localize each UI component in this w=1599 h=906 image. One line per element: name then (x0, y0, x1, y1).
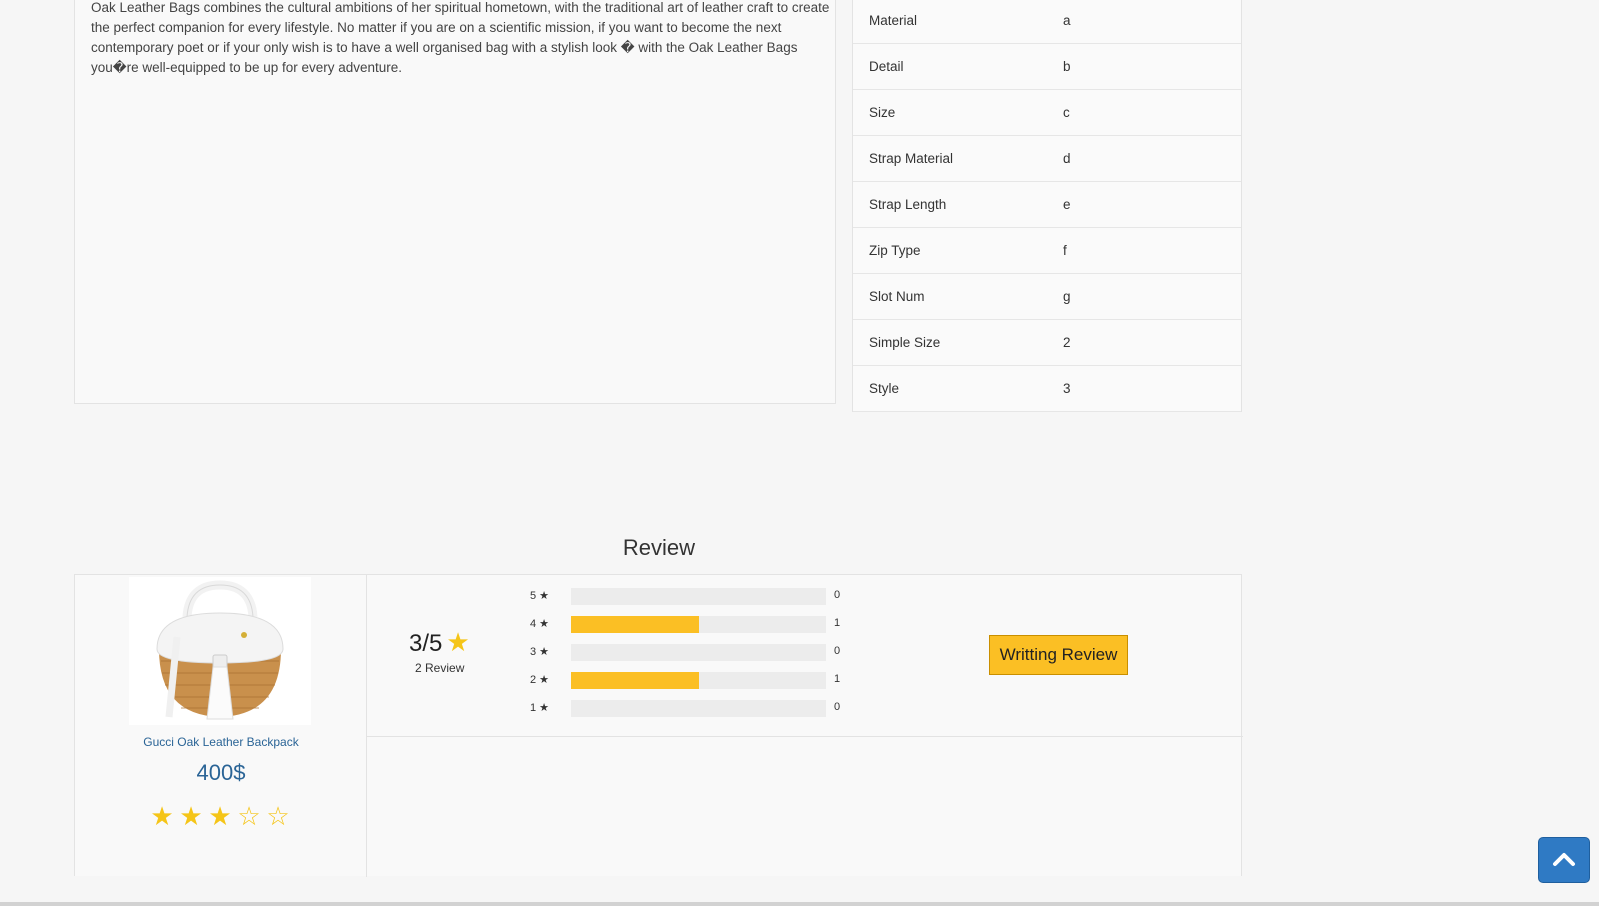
spec-key: Detail (869, 59, 904, 74)
scroll-to-top-button[interactable] (1538, 837, 1590, 883)
spec-value: d (1063, 151, 1071, 166)
spec-key: Slot Num (869, 289, 925, 304)
star-empty-icon: ☆ (266, 801, 290, 831)
rating-bar (571, 700, 826, 717)
rating-count: 1 (834, 617, 841, 629)
rating-distribution-row: 4 ★ 1 (530, 615, 850, 633)
rating-distribution-row: 5 ★ 0 (530, 587, 850, 605)
average-rating-value: 3/5 (409, 630, 443, 657)
spec-value: 2 (1063, 335, 1071, 350)
spec-value: g (1063, 289, 1071, 304)
spec-value: e (1063, 197, 1071, 212)
star-filled-icon: ★ (179, 801, 203, 831)
rating-bar (571, 672, 826, 689)
rating-distribution-row: 3 ★ 0 (530, 643, 850, 661)
spec-value: a (1063, 13, 1071, 28)
spec-key: Strap Length (869, 197, 947, 212)
rating-count: 0 (834, 645, 841, 657)
star-icon: ★ (446, 627, 470, 657)
spec-row: Style 3 (853, 366, 1241, 412)
spec-row: Size c (853, 90, 1241, 136)
rating-count: 0 (834, 589, 841, 601)
star-icon: ★ (539, 646, 549, 658)
spec-key: Strap Material (869, 151, 954, 166)
rating-count: 1 (834, 673, 841, 685)
product-description-text: Oak Leather Bags combines the cultural a… (91, 0, 830, 75)
spec-table: Material a Detail b Size c Strap Material d … (852, 0, 1242, 412)
rating-level: 3 ★ (530, 645, 549, 658)
rating-level-value: 5 (530, 590, 537, 602)
rating-distribution-row: 2 ★ 1 (530, 671, 850, 689)
rating-level-value: 2 (530, 674, 537, 686)
product-image[interactable] (129, 577, 311, 725)
bag-illustration (156, 580, 284, 720)
spec-key: Simple Size (869, 335, 941, 350)
rating-level: 2 ★ (530, 673, 549, 686)
rating-level: 5 ★ (530, 589, 549, 602)
chevron-up-icon (1553, 853, 1575, 866)
page-bottom-border (0, 902, 1599, 906)
spec-row: Simple Size 2 (853, 320, 1241, 366)
rating-level: 4 ★ (530, 617, 549, 630)
spec-key: Material (869, 13, 918, 28)
review-heading: Review (622, 535, 696, 560)
spec-value: b (1063, 59, 1071, 74)
rating-bar-fill (571, 672, 699, 689)
star-icon: ★ (539, 590, 549, 602)
spec-value: 3 (1063, 381, 1071, 396)
spec-value: f (1063, 243, 1067, 258)
rating-summary: 3/5 ★ 2 Review 5 ★ 0 4 ★ 1 3 ★ 0 2 ★ 1 1 ★ 0 W (367, 575, 1243, 737)
product-price: 400$ (196, 760, 246, 785)
average-rating: 3/5 ★ (409, 627, 470, 658)
star-icon: ★ (539, 618, 549, 630)
rating-level-value: 4 (530, 618, 537, 630)
star-filled-icon: ★ (208, 801, 232, 831)
star-icon: ★ (539, 674, 549, 686)
rating-level-value: 3 (530, 646, 537, 658)
rating-level-value: 1 (530, 702, 537, 714)
product-rating: ★ ★ ★ ☆ ☆ (149, 803, 291, 829)
spec-key: Size (869, 105, 896, 120)
spec-row: Detail b (853, 44, 1241, 90)
spec-row: Zip Type f (853, 228, 1241, 274)
product-name-link[interactable]: Gucci Oak Leather Backpack (75, 735, 367, 749)
review-section: Gucci Oak Leather Backpack 400$ ★ ★ ★ ☆ … (74, 574, 1243, 877)
rating-count: 0 (834, 701, 841, 713)
rating-distribution-row: 1 ★ 0 (530, 699, 850, 717)
rating-bar (571, 588, 826, 605)
write-review-button[interactable]: Writting Review (989, 635, 1128, 675)
star-empty-icon: ☆ (237, 801, 261, 831)
spec-key: Zip Type (869, 243, 921, 258)
spec-row: Strap Length e (853, 182, 1241, 228)
rating-bar (571, 644, 826, 661)
spec-row: Slot Num g (853, 274, 1241, 320)
rating-level: 1 ★ (530, 701, 549, 714)
product-description-panel: Oak Leather Bags combines the cultural a… (74, 0, 836, 404)
star-filled-icon: ★ (150, 801, 174, 831)
rating-bar (571, 616, 826, 633)
spec-key: Style (869, 381, 900, 396)
review-count: 2 Review (415, 661, 465, 675)
spec-value: c (1063, 105, 1070, 120)
rating-bar-fill (571, 616, 699, 633)
spec-row: Strap Material d (853, 136, 1241, 182)
product-card: Gucci Oak Leather Backpack 400$ ★ ★ ★ ☆ … (75, 575, 367, 877)
star-icon: ★ (539, 702, 549, 714)
spec-row: Material a (853, 0, 1241, 44)
